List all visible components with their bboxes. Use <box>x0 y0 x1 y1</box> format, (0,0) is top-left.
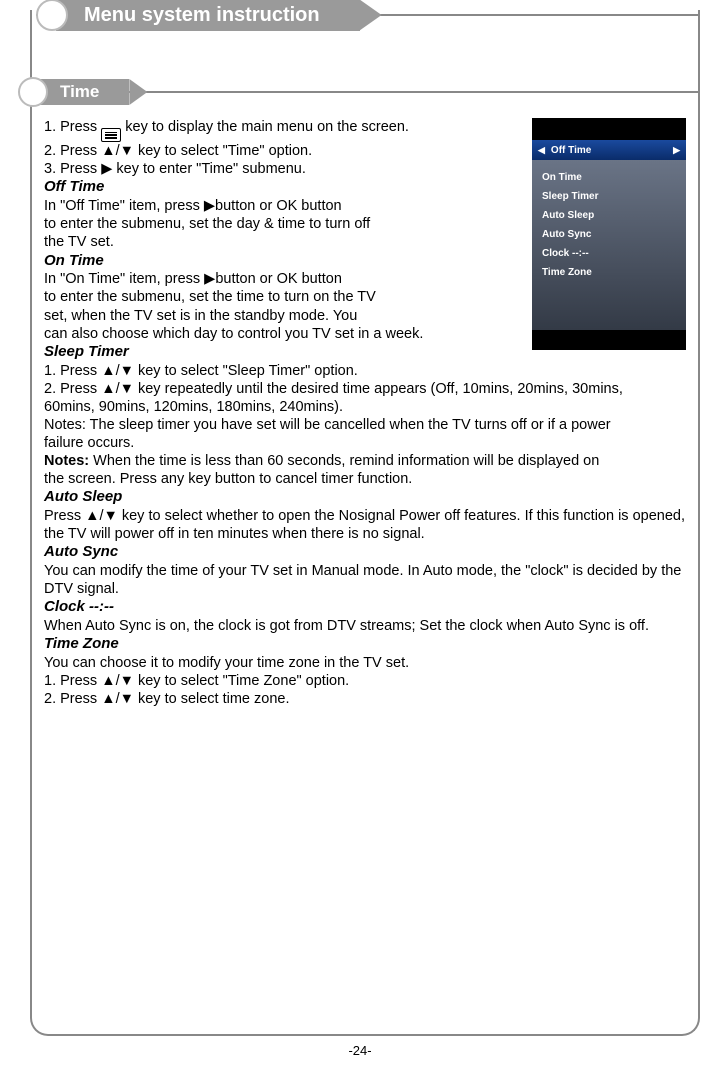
section-auto-sleep: Auto Sleep <box>44 488 686 507</box>
left-arrow-icon: ◀ <box>538 145 545 156</box>
header-circle <box>36 0 68 31</box>
intro-line: 1. Press key to display the main menu on… <box>44 118 516 142</box>
thumb-item: Sleep Timer <box>542 187 676 206</box>
body-text: 1. Press ▲/▼ key to select "Sleep Timer"… <box>44 362 686 380</box>
body-text: When Auto Sync is on, the clock is got f… <box>44 617 686 635</box>
thumb-body: On Time Sleep Timer Auto Sleep Auto Sync… <box>532 160 686 330</box>
body-text: the screen. Press any key button to canc… <box>44 470 686 488</box>
header-tab: Menu system instruction <box>36 0 360 30</box>
section-clock: Clock --:-- <box>44 598 686 617</box>
intro-text: 1. Press <box>44 119 101 135</box>
intro-line: 2. Press ▲/▼ key to select "Time" option… <box>44 142 516 160</box>
subheader-title: Time <box>38 79 129 105</box>
body-text: the TV set. <box>44 233 516 251</box>
body-text: When the time is less than 60 seconds, r… <box>89 453 599 469</box>
thumb-item: On Time <box>542 168 676 187</box>
thumb-item: Auto Sync <box>542 225 676 244</box>
subheader-tab: Time <box>18 78 129 106</box>
thumb-item: Time Zone <box>542 263 676 282</box>
thumb-item: Clock --:-- <box>542 244 676 263</box>
section-time-zone: Time Zone <box>44 635 686 654</box>
thumb-top-bar <box>532 118 686 140</box>
body-text: to enter the submenu, set the day & time… <box>44 215 516 233</box>
section-on-time: On Time <box>44 252 516 271</box>
notes-label: Notes: <box>44 453 89 469</box>
body-text: failure occurs. <box>44 434 686 452</box>
body-text: set, when the TV set is in the standby m… <box>44 307 516 325</box>
body-text: to enter the submenu, set the time to tu… <box>44 288 516 306</box>
body-text: Notes: When the time is less than 60 sec… <box>44 452 686 470</box>
body-text: You can choose it to modify your time zo… <box>44 654 686 672</box>
body-text: You can modify the time of your TV set i… <box>44 562 686 598</box>
page-title: Menu system instruction <box>56 0 360 31</box>
thumb-item: Auto Sleep <box>542 206 676 225</box>
intro-text: key to display the main menu on the scre… <box>125 119 409 135</box>
body-text: Notes: The sleep timer you have set will… <box>44 416 686 434</box>
thumb-selected-row: ◀ Off Time ▶ <box>532 140 686 160</box>
body-text: Press ▲/▼ key to select whether to open … <box>44 507 686 543</box>
tv-menu-thumbnail: ◀ Off Time ▶ On Time Sleep Timer Auto Sl… <box>532 118 686 350</box>
body-text: 2. Press ▲/▼ key to select time zone. <box>44 690 686 708</box>
body-text: 1. Press ▲/▼ key to select "Time Zone" o… <box>44 672 686 690</box>
intro-line: 3. Press ▶ key to enter "Time" submenu. <box>44 160 516 178</box>
menu-icon <box>101 128 121 142</box>
page-number: -24- <box>0 1043 720 1058</box>
section-auto-sync: Auto Sync <box>44 543 686 562</box>
body-text: 2. Press ▲/▼ key repeatedly until the de… <box>44 380 686 398</box>
thumb-selected-label: Off Time <box>545 145 673 156</box>
body-text: 60mins, 90mins, 120mins, 180mins, 240min… <box>44 398 686 416</box>
section-off-time: Off Time <box>44 178 516 197</box>
body-text: In "Off Time" item, press ▶button or OK … <box>44 197 516 215</box>
body-text: In "On Time" item, press ▶button or OK b… <box>44 270 516 288</box>
right-arrow-icon: ▶ <box>673 145 680 156</box>
subheader-circle <box>18 77 48 107</box>
